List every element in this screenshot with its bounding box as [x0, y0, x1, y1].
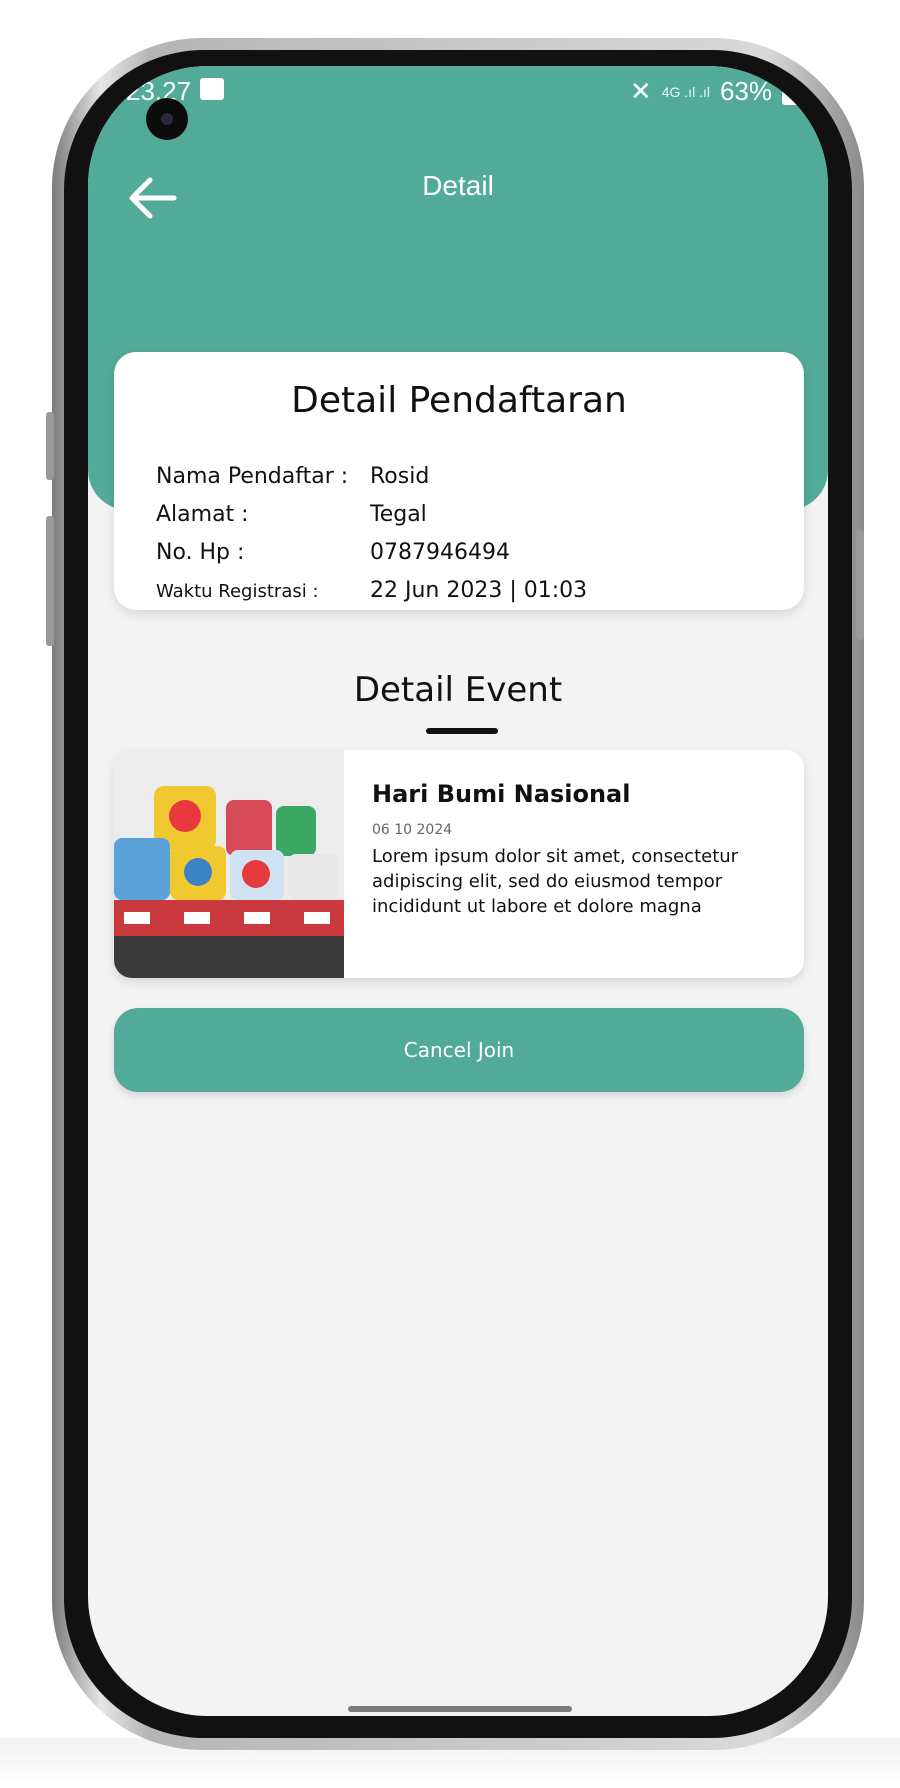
signal-icon: 4G .ıl .ıl [661, 83, 710, 100]
status-bar: 23.27 ✕ 4G .ıl .ıl 63% [88, 66, 828, 128]
event-date: 06 10 2024 [372, 822, 453, 838]
section-underline [426, 728, 498, 734]
battery-percent: 63% [719, 76, 772, 106]
app-screen: 23.27 ✕ 4G .ıl .ıl 63% Detail Detail Pen… [88, 66, 828, 1716]
event-body: Hari Bumi Nasional 06 10 2024 Lorem ipsu… [372, 780, 792, 919]
power-button [856, 530, 864, 640]
volume-button [46, 516, 54, 646]
front-camera [146, 98, 188, 140]
event-section-title: Detail Event [353, 670, 563, 710]
registration-card: Detail Pendaftaran Nama Pendaftar : Rosi… [114, 352, 804, 610]
volume-button [46, 412, 54, 480]
cancel-join-button[interactable]: Cancel Join [114, 1008, 804, 1092]
home-indicator[interactable] [348, 1706, 572, 1712]
event-image [114, 750, 344, 978]
row-value: 0787946494 [370, 540, 510, 565]
registration-title: Detail Pendaftaran [291, 380, 627, 421]
status-right: ✕ 4G .ıl .ıl 63% [630, 76, 800, 107]
event-description: Lorem ipsum dolor sit amet, consectetur … [372, 846, 739, 917]
row-value: Tegal [370, 502, 427, 527]
row-value: 22 Jun 2023 | 01:03 [370, 578, 588, 603]
event-title: Hari Bumi Nasional [372, 780, 631, 808]
page-title: Detail [422, 170, 494, 201]
row-label: No. Hp : [156, 540, 245, 565]
row-label: Waktu Registrasi : [156, 581, 319, 602]
gallery-icon [200, 78, 224, 100]
event-card[interactable]: Hari Bumi Nasional 06 10 2024 Lorem ipsu… [114, 750, 804, 978]
row-label: Alamat : [156, 502, 249, 527]
battery-icon [782, 78, 800, 105]
row-value: Rosid [370, 464, 430, 489]
mute-icon: ✕ [629, 76, 652, 106]
row-label: Nama Pendaftar : [156, 464, 349, 489]
